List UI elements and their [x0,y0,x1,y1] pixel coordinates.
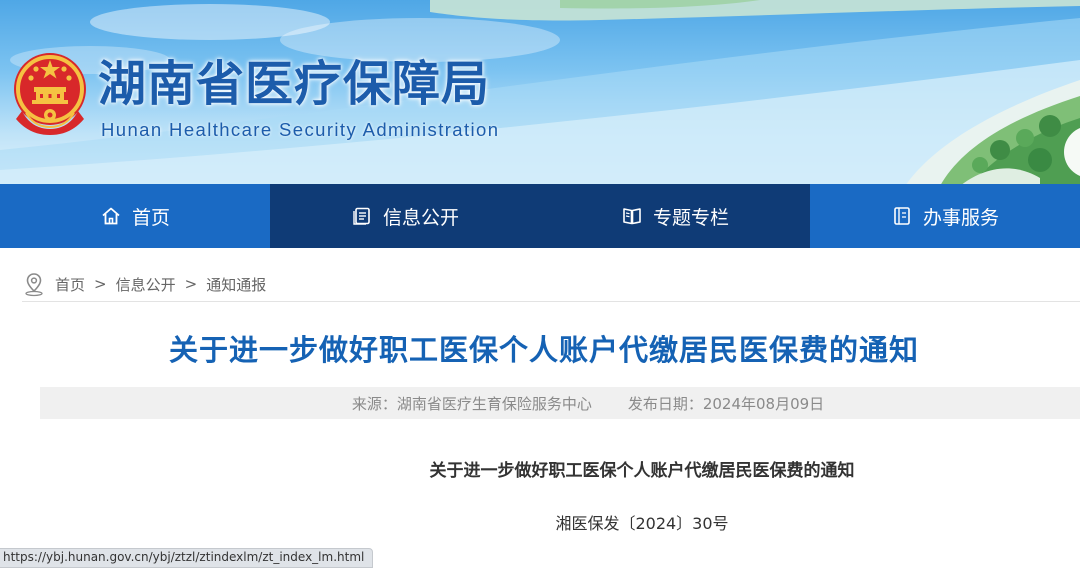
header-banner: 湖南省医疗保障局 Hunan Healthcare Security Admin… [0,0,1080,186]
nav-item-label: 信息公开 [382,206,459,229]
breadcrumb-divider [22,301,1080,302]
document-number: 湘医保发〔2024〕30号 [555,514,729,533]
breadcrumb: 首页 > 信息公开 > 通知通报 [22,270,266,298]
nav-item-label: 首页 [131,206,170,229]
nav-item-label: 办事服务 [922,206,999,229]
nav-item-info-disclosure[interactable]: 信息公开 [270,184,540,248]
nav-item-home[interactable]: 首页 [0,184,270,248]
breadcrumb-info-disclosure[interactable]: 信息公开 [116,274,176,295]
breadcrumb-home[interactable]: 首页 [55,274,85,295]
document-title: 关于进一步做好职工医保个人账户代缴居民医保费的通知 [429,461,855,481]
article-source: 来源：湖南省医疗生育保险服务中心 [351,394,592,413]
breadcrumb-separator: > [94,275,107,293]
breadcrumb-separator: > [184,275,198,293]
book-icon [623,208,641,225]
location-pin-icon [25,273,43,297]
article-meta-bar: 来源：湖南省医疗生育保险服务中心 发布日期：2024年08月09日 [40,387,1080,419]
site-title: 湖南省医疗保障局 [98,56,491,112]
status-bar-url: https://ybj.hunan.gov.cn/ybj/ztzl/ztinde… [0,548,374,568]
nav-item-label: 专题专栏 [652,206,729,229]
national-emblem-icon [14,53,86,135]
site-subtitle: Hunan Healthcare Security Administration [101,119,500,140]
article-title: 关于进一步做好职工医保个人账户代缴居民医保费的通知 [168,333,919,367]
home-icon [102,207,120,225]
service-guide-icon [894,207,910,225]
main-nav: 首页 信息公开 专题专栏 办事服务 [0,184,1080,248]
nav-item-services[interactable]: 办事服务 [810,184,1080,248]
article-publish-date: 发布日期：2024年08月09日 [627,394,825,413]
document-list-icon [353,207,370,225]
nav-item-special-topics[interactable]: 专题专栏 [540,184,810,248]
breadcrumb-notices[interactable]: 通知通报 [206,274,266,295]
